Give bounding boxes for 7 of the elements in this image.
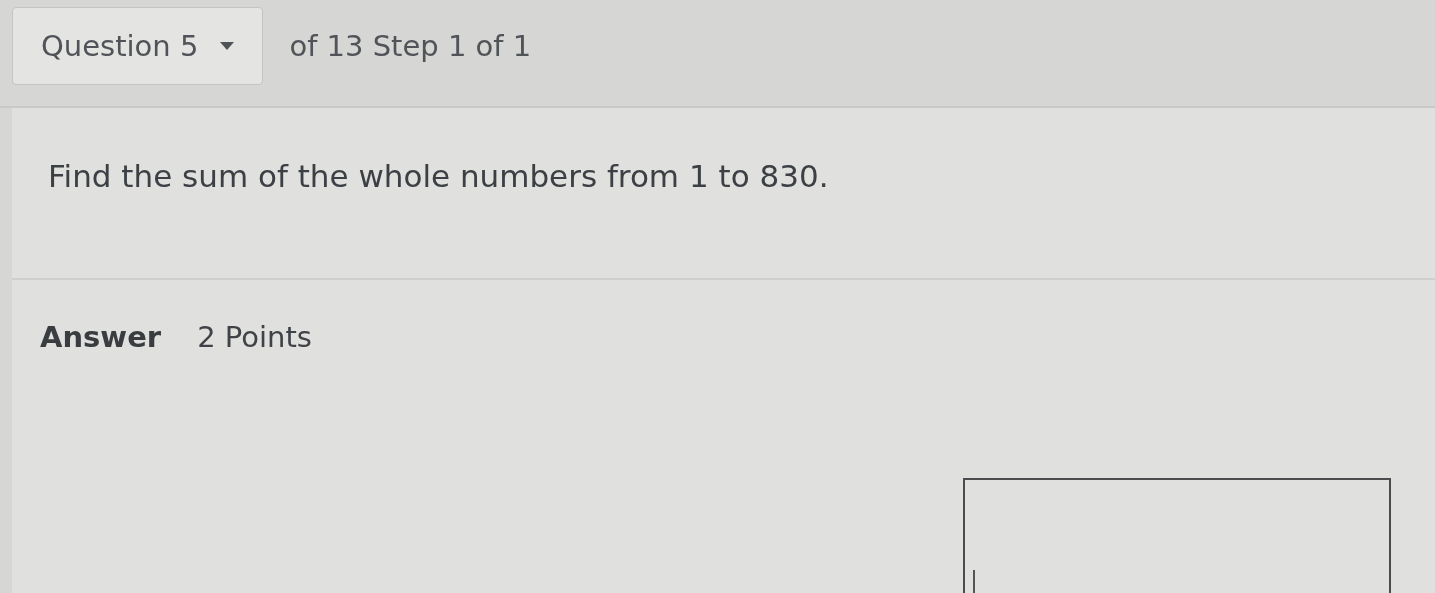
answer-heading: Answer <box>40 320 162 354</box>
progress-text: of 13 Step 1 of 1 <box>289 29 532 63</box>
points-label: 2 Points <box>197 320 312 354</box>
question-text: Find the sum of the whole numbers from 1 to 830. <box>48 158 829 194</box>
answer-field[interactable] <box>963 478 1391 593</box>
question-dropdown[interactable]: Question 5 <box>12 7 264 85</box>
caret-icon <box>220 42 235 50</box>
